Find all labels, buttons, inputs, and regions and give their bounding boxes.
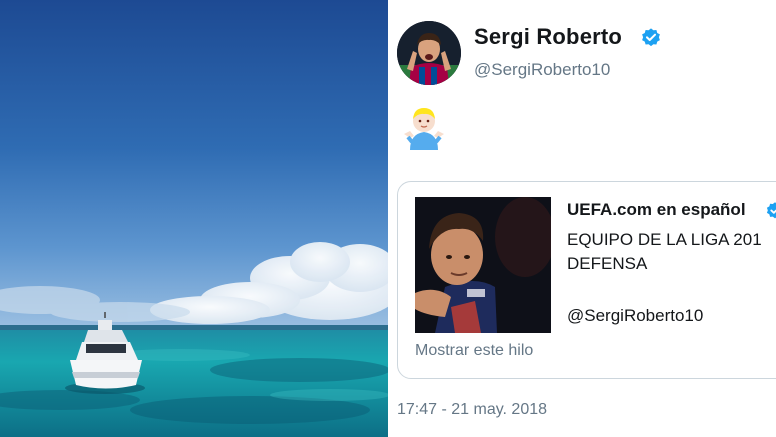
- quoted-tweet-image[interactable]: [415, 197, 551, 333]
- quoted-photo: [415, 197, 551, 333]
- quoted-tweet[interactable]: UEFA.com en español EQUIPO DE LA LIGA 20…: [397, 181, 776, 379]
- tweet-card: Sergi Roberto @SergiRoberto10 UEFA.com e…: [388, 0, 776, 437]
- beach-yacht-photo: [0, 0, 388, 437]
- quoted-display-name[interactable]: UEFA.com en español: [567, 200, 746, 220]
- avatar-image: [397, 21, 461, 85]
- show-thread-link[interactable]: Mostrar este hilo: [415, 342, 533, 360]
- quoted-mention-link[interactable]: @SergiRoberto10: [567, 306, 703, 326]
- tweet-timestamp[interactable]: 17:47 - 21 may. 2018: [397, 401, 547, 419]
- person-shrugging-emoji-icon: [404, 108, 444, 150]
- quoted-verified-badge-icon: [766, 202, 776, 219]
- handle[interactable]: @SergiRoberto10: [474, 60, 610, 80]
- display-name[interactable]: Sergi Roberto: [474, 24, 622, 50]
- quoted-text-line: DEFENSA: [567, 254, 648, 273]
- avatar[interactable]: [397, 21, 461, 85]
- photo-illustration: [0, 0, 388, 437]
- quoted-text-line: EQUIPO DE LA LIGA 201: [567, 230, 762, 249]
- verified-badge-icon: [642, 28, 660, 47]
